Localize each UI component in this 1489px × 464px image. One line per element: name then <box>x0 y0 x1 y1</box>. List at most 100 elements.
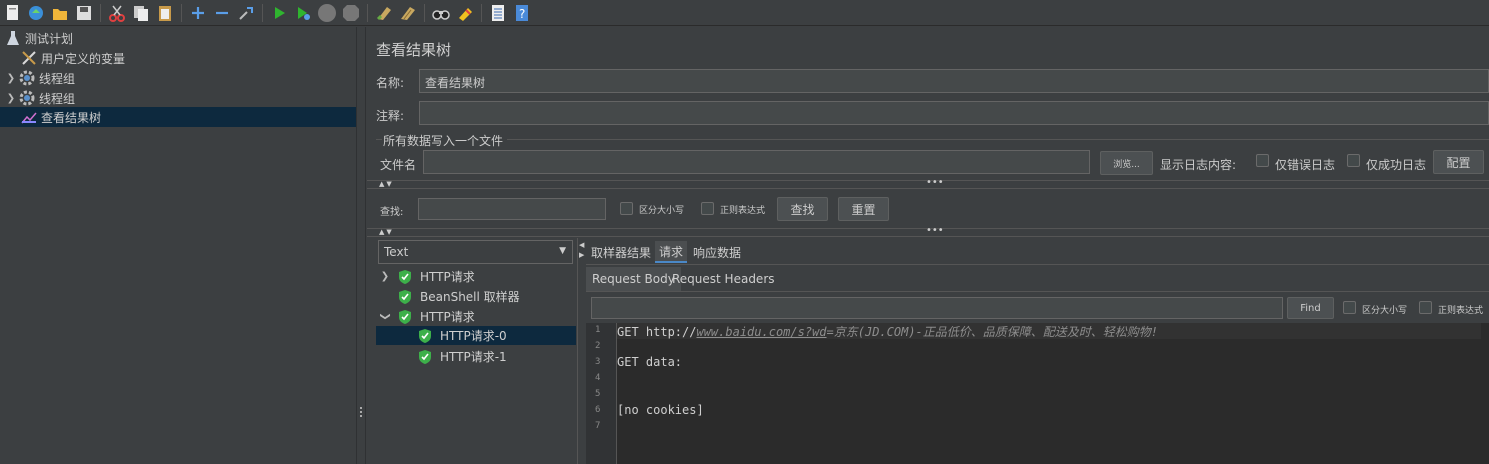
folder-icon[interactable] <box>49 2 71 24</box>
regex-label: 正则表达式 <box>720 206 766 216</box>
pane-splitter[interactable] <box>356 27 366 464</box>
tree-item-view-results-tree[interactable]: 查看结果树 <box>0 107 356 127</box>
collapse-right-icon[interactable]: ▶ <box>579 251 584 259</box>
toolbar-separator <box>181 3 182 22</box>
reset-search-icon[interactable] <box>454 2 476 24</box>
toolbar-separator <box>424 3 425 22</box>
result-item-label: HTTP请求-0 <box>440 329 507 343</box>
result-item[interactable]: HTTP请求-1 <box>418 347 507 366</box>
result-item-label: BeanShell 取样器 <box>420 290 520 304</box>
filename-field[interactable] <box>423 150 1090 174</box>
result-item[interactable]: ❯ HTTP请求 <box>378 307 475 326</box>
body-case-sensitive-label: 区分大小写 <box>1362 306 1408 316</box>
chevron-right-icon[interactable]: ❯ <box>4 93 18 104</box>
body-regex-checkbox[interactable] <box>1419 301 1432 314</box>
subtab-request-headers[interactable]: Request Headers <box>666 267 781 291</box>
name-field[interactable]: 查看结果树 <box>419 69 1489 93</box>
cut-icon[interactable] <box>106 2 128 24</box>
case-sensitive-checkbox[interactable] <box>620 202 633 215</box>
svg-text:?: ? <box>519 7 525 21</box>
name-label: 名称: <box>376 76 405 90</box>
body-regex-label: 正则表达式 <box>1438 306 1484 316</box>
code-line: [no cookies] <box>617 403 704 417</box>
collapse-divider[interactable]: ▲▼ ••• <box>367 177 1489 189</box>
collapse-arrows-icon[interactable]: ▲▼ <box>379 180 394 188</box>
line-number: 1 <box>595 325 601 335</box>
save-icon[interactable] <box>73 2 95 24</box>
search-icon[interactable] <box>430 2 452 24</box>
tree-item-test-plan[interactable]: 测试计划 <box>4 28 73 48</box>
reset-button[interactable]: 重置 <box>838 197 889 221</box>
toolbar-separator <box>100 3 101 22</box>
regex-checkbox[interactable] <box>701 202 714 215</box>
tree-item-thread-group-2[interactable]: ❯ 线程组 <box>4 88 75 108</box>
clear-all-icon[interactable] <box>397 2 419 24</box>
wrench-icon <box>20 50 38 66</box>
tab-sampler-result[interactable]: 取样器结果 <box>587 241 655 263</box>
renderer-select-value: Text <box>384 245 409 259</box>
flask-icon <box>4 30 22 46</box>
chevron-right-icon[interactable]: ❯ <box>4 73 18 84</box>
errors-only-checkbox[interactable] <box>1256 154 1269 167</box>
results-tree-panel: 查看结果树 名称: 查看结果树 注释: 所有数据写入一个文件 文件名 浏览...… <box>367 27 1489 464</box>
body-search-input[interactable] <box>591 297 1283 319</box>
collapse-divider[interactable]: ▲▼ ••• <box>367 225 1489 237</box>
group-border <box>507 139 1489 140</box>
browse-button[interactable]: 浏览... <box>1100 151 1153 175</box>
result-item-label: HTTP请求 <box>420 310 475 324</box>
remove-icon[interactable] <box>211 2 233 24</box>
paste-icon[interactable] <box>154 2 176 24</box>
renderer-select[interactable]: Text ▼ <box>378 240 573 264</box>
success-shield-icon <box>418 349 434 365</box>
tree-item-label: 测试计划 <box>25 31 74 46</box>
body-find-button[interactable]: Find <box>1287 297 1334 319</box>
result-item[interactable]: BeanShell 取样器 <box>398 287 520 306</box>
page-title: 查看结果树 <box>376 41 452 59</box>
code-line: GET data: <box>617 355 683 369</box>
tree-item-label: 线程组 <box>39 71 76 86</box>
open-icon[interactable] <box>25 2 47 24</box>
collapse-arrows-icon[interactable]: ▲▼ <box>379 228 394 236</box>
configure-button[interactable]: 配置 <box>1433 150 1484 174</box>
result-item-label: HTTP请求 <box>420 270 475 284</box>
template-icon[interactable] <box>1 2 23 24</box>
success-only-checkbox[interactable] <box>1347 154 1360 167</box>
case-sensitive-label: 区分大小写 <box>639 206 685 216</box>
collapse-left-icon[interactable]: ◀ <box>579 241 584 249</box>
line-number-gutter: 1 2 3 4 5 6 7 <box>586 323 617 464</box>
find-button[interactable]: 查找 <box>777 197 828 221</box>
tab-request[interactable]: 请求 <box>655 241 688 263</box>
function-helper-icon[interactable] <box>487 2 509 24</box>
copy-icon[interactable] <box>130 2 152 24</box>
request-body-editor[interactable]: 1 2 3 4 5 6 7 GET http://www.baidu.com/s… <box>586 323 1489 464</box>
result-item[interactable]: HTTP请求-0 <box>376 326 576 345</box>
shutdown-icon[interactable] <box>340 2 362 24</box>
code-url[interactable]: www.baidu.com/s?wd <box>696 325 826 339</box>
search-input[interactable] <box>418 198 606 220</box>
tab-response-data[interactable]: 响应数据 <box>689 241 745 263</box>
start-no-pause-icon[interactable] <box>292 2 314 24</box>
file-group-label: 所有数据写入一个文件 <box>383 134 504 148</box>
comment-field[interactable] <box>419 101 1489 125</box>
stop-icon[interactable] <box>316 2 338 24</box>
line-number: 4 <box>595 373 601 383</box>
line-number: 7 <box>595 421 601 431</box>
results-splitter[interactable]: ◀ ▶ <box>577 238 585 464</box>
toggle-icon[interactable] <box>235 2 257 24</box>
help-icon[interactable]: ? <box>511 2 533 24</box>
add-icon[interactable] <box>187 2 209 24</box>
toolbar-separator <box>367 3 368 22</box>
tab-underline <box>586 264 1489 265</box>
result-item[interactable]: ❯ HTTP请求 <box>378 267 475 286</box>
code-text: =京东(JD.COM)-正品低价、品质保障、配送及时、轻松购物! <box>826 325 1159 339</box>
tree-item-thread-group-1[interactable]: ❯ 线程组 <box>4 68 75 88</box>
chevron-down-icon[interactable]: ❯ <box>380 310 391 324</box>
start-icon[interactable] <box>268 2 290 24</box>
divider-grip: ••• <box>926 177 944 188</box>
clear-icon[interactable] <box>373 2 395 24</box>
body-case-sensitive-checkbox[interactable] <box>1343 301 1356 314</box>
divider-grip: ••• <box>926 225 944 236</box>
chevron-right-icon[interactable]: ❯ <box>378 271 392 282</box>
log-display-label: 显示日志内容: <box>1160 158 1237 172</box>
tree-item-user-variables[interactable]: 用户定义的变量 <box>20 48 125 68</box>
